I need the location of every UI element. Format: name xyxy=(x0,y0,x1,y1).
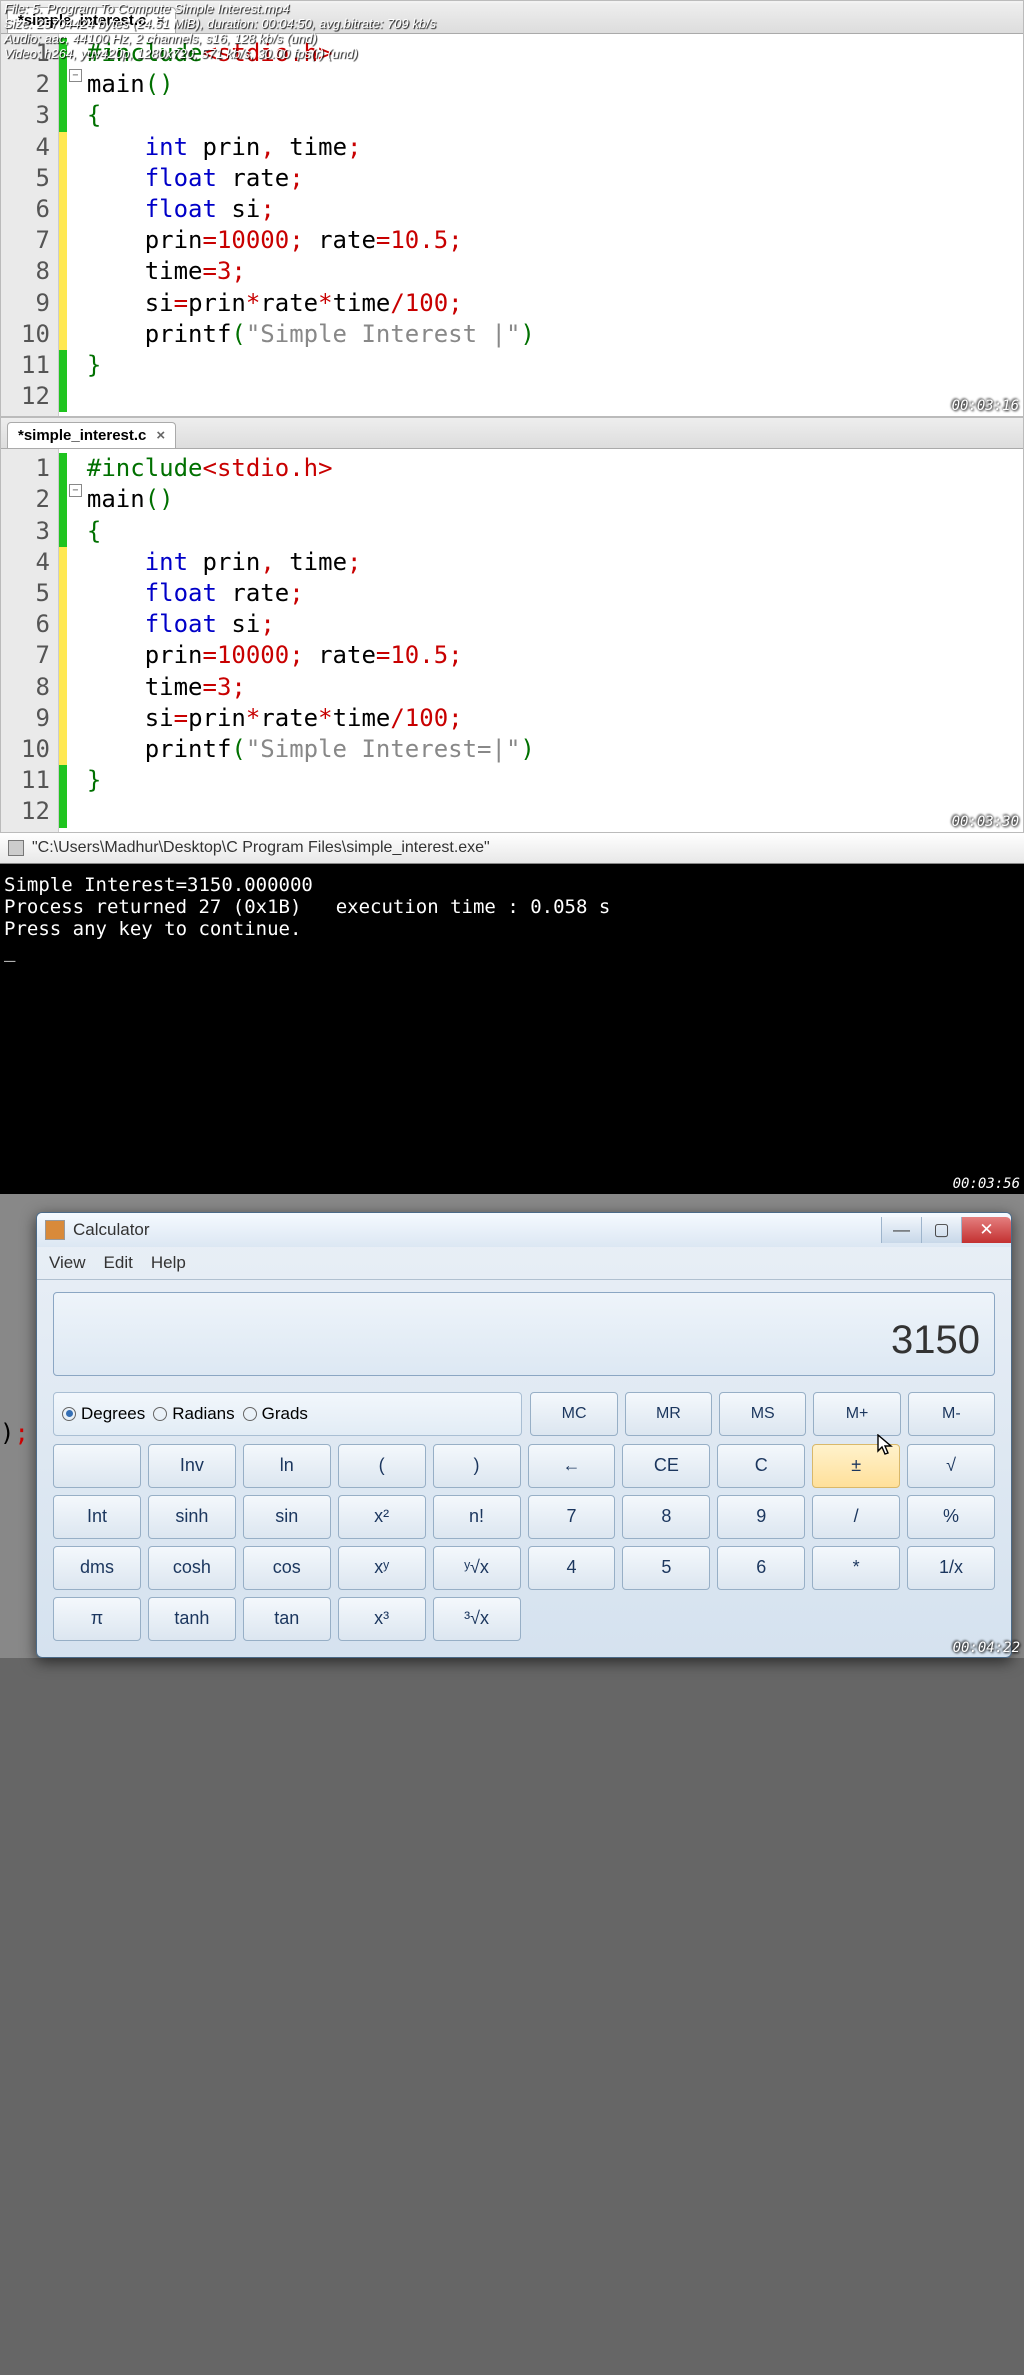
btn-inv[interactable]: Inv xyxy=(148,1444,236,1488)
btn-ce[interactable]: CE xyxy=(622,1444,710,1488)
maximize-button[interactable]: ▢ xyxy=(921,1217,961,1243)
btn-c[interactable]: C xyxy=(717,1444,805,1488)
btn-multiply[interactable]: * xyxy=(812,1546,900,1590)
menu-edit[interactable]: Edit xyxy=(104,1253,133,1273)
btn-plusminus[interactable]: ± xyxy=(812,1444,900,1488)
btn-9[interactable]: 9 xyxy=(717,1495,805,1539)
code-body[interactable]: − #include<stdio.h> main() { int prin, t… xyxy=(59,449,1023,831)
code-area[interactable]: 123 456 789 101112 − #include<stdio.h> m… xyxy=(1,34,1023,416)
line-gutter: 123 456 789 101112 xyxy=(1,34,59,416)
timestamp: 00:04:22 xyxy=(953,1640,1020,1656)
calculator-window: Calculator — ▢ ✕ View Edit Help 3150 Deg… xyxy=(36,1212,1012,1658)
tab-label: *simple_interest.c xyxy=(18,427,146,444)
calc-button-grid: Inv ln ( ) ← CE C ± √ Int sinh sin x² n!… xyxy=(53,1444,995,1641)
close-icon[interactable]: × xyxy=(156,427,165,444)
btn-yroot[interactable]: ʸ√x xyxy=(433,1546,521,1590)
btn-tanh[interactable]: tanh xyxy=(148,1597,236,1641)
btn-8[interactable]: 8 xyxy=(622,1495,710,1539)
fold-icon[interactable]: − xyxy=(69,69,82,82)
console-body[interactable]: Simple Interest=3150.000000 Process retu… xyxy=(0,864,1024,1194)
btn-blank[interactable] xyxy=(53,1444,141,1488)
btn-backspace[interactable]: ← xyxy=(528,1444,616,1488)
calc-title: Calculator xyxy=(73,1220,881,1240)
btn-tan[interactable]: tan xyxy=(243,1597,331,1641)
radio-radians[interactable] xyxy=(153,1407,167,1421)
btn-ms[interactable]: MS xyxy=(719,1392,806,1436)
btn-rparen[interactable]: ) xyxy=(433,1444,521,1488)
btn-7[interactable]: 7 xyxy=(528,1495,616,1539)
btn-6[interactable]: 6 xyxy=(717,1546,805,1590)
menu-help[interactable]: Help xyxy=(151,1253,186,1273)
btn-x2[interactable]: x² xyxy=(338,1495,426,1539)
editor-tab[interactable]: *simple_interest.c × xyxy=(7,422,176,448)
btn-reciprocal[interactable]: 1/x xyxy=(907,1546,995,1590)
fold-icon[interactable]: − xyxy=(69,484,82,497)
btn-ln[interactable]: ln xyxy=(243,1444,331,1488)
calc-display: 3150 xyxy=(53,1292,995,1376)
btn-pi[interactable]: π xyxy=(53,1597,141,1641)
btn-divide[interactable]: / xyxy=(812,1495,900,1539)
btn-cos[interactable]: cos xyxy=(243,1546,331,1590)
radio-grads[interactable] xyxy=(243,1407,257,1421)
btn-cosh[interactable]: cosh xyxy=(148,1546,236,1590)
btn-sinh[interactable]: sinh xyxy=(148,1495,236,1539)
btn-percent[interactable]: % xyxy=(907,1495,995,1539)
close-button[interactable]: ✕ xyxy=(961,1217,1011,1243)
radio-degrees[interactable] xyxy=(62,1407,76,1421)
menu-view[interactable]: View xyxy=(49,1253,86,1273)
app-icon xyxy=(8,840,24,856)
line-gutter: 123 456 789 101112 xyxy=(1,449,59,831)
btn-sin[interactable]: sin xyxy=(243,1495,331,1539)
btn-cuberoot[interactable]: ³√x xyxy=(433,1597,521,1641)
file-info-overlay: File: 5. Program To Compute Simple Inter… xyxy=(0,0,440,64)
console-titlebar: "C:\Users\Madhur\Desktop\C Program Files… xyxy=(0,833,1024,864)
btn-int[interactable]: Int xyxy=(53,1495,141,1539)
timestamp: 00:03:16 xyxy=(952,398,1019,414)
btn-mr[interactable]: MR xyxy=(625,1392,712,1436)
code-body[interactable]: − #include<stdio.h> main() { int prin, t… xyxy=(59,34,1023,416)
calculator-panel: ); Calculator — ▢ ✕ View Edit Help 3150 … xyxy=(0,1194,1024,1658)
timestamp: 00:03:56 xyxy=(953,1176,1020,1192)
tab-bar: *simple_interest.c × xyxy=(1,418,1023,449)
code-area[interactable]: 123 456 789 101112 − #include<stdio.h> m… xyxy=(1,449,1023,831)
calc-titlebar[interactable]: Calculator — ▢ ✕ xyxy=(37,1213,1011,1247)
btn-4[interactable]: 4 xyxy=(528,1546,616,1590)
btn-sqrt[interactable]: √ xyxy=(907,1444,995,1488)
btn-mc[interactable]: MC xyxy=(530,1392,617,1436)
console-output: "C:\Users\Madhur\Desktop\C Program Files… xyxy=(0,833,1024,1194)
calculator-icon xyxy=(45,1220,65,1240)
btn-5[interactable]: 5 xyxy=(622,1546,710,1590)
calc-menu: View Edit Help xyxy=(37,1247,1011,1280)
btn-x3[interactable]: x³ xyxy=(338,1597,426,1641)
code-fragment: ); xyxy=(0,1419,29,1447)
btn-m-plus[interactable]: M+ xyxy=(813,1392,900,1436)
btn-xy[interactable]: xʸ xyxy=(338,1546,426,1590)
btn-dms[interactable]: dms xyxy=(53,1546,141,1590)
btn-lparen[interactable]: ( xyxy=(338,1444,426,1488)
code-editor-2: *simple_interest.c × 123 456 789 101112 … xyxy=(0,417,1024,832)
console-path: "C:\Users\Madhur\Desktop\C Program Files… xyxy=(32,839,490,857)
timestamp: 00:03:30 xyxy=(952,814,1019,830)
angle-mode-group: Degrees Radians Grads xyxy=(53,1392,522,1436)
btn-m-minus[interactable]: M- xyxy=(908,1392,995,1436)
btn-nfact[interactable]: n! xyxy=(433,1495,521,1539)
minimize-button[interactable]: — xyxy=(881,1217,921,1243)
